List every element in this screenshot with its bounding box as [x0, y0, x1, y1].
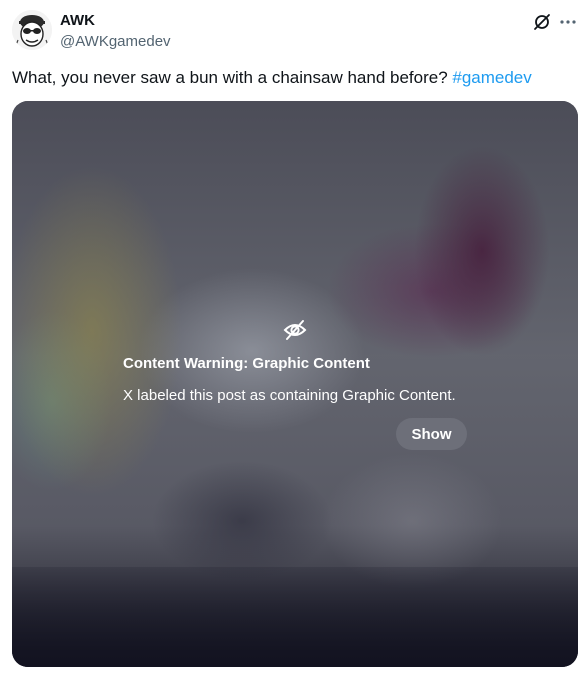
- author-display-name[interactable]: AWK: [60, 12, 95, 29]
- author-handle[interactable]: @AWKgamedev: [60, 33, 171, 50]
- blurred-image-bottom: [12, 567, 578, 667]
- eye-slash-icon: [282, 317, 308, 343]
- avatar-icon: [12, 10, 52, 50]
- post: AWK @AWKgamedev What, you never saw a bu…: [0, 0, 583, 676]
- hashtag-link[interactable]: #gamedev: [452, 68, 531, 87]
- more-icon[interactable]: [558, 12, 578, 32]
- post-text: What, you never saw a bun with a chainsa…: [12, 68, 532, 88]
- media-container[interactable]: Content Warning: Graphic Content X label…: [12, 101, 578, 667]
- avatar[interactable]: [12, 10, 52, 50]
- content-warning-title: Content Warning: Graphic Content: [123, 355, 370, 372]
- grok-icon[interactable]: [532, 12, 552, 32]
- content-warning-description: X labeled this post as containing Graphi…: [123, 387, 456, 404]
- show-button[interactable]: Show: [396, 418, 467, 450]
- post-body-text: What, you never saw a bun with a chainsa…: [12, 68, 453, 87]
